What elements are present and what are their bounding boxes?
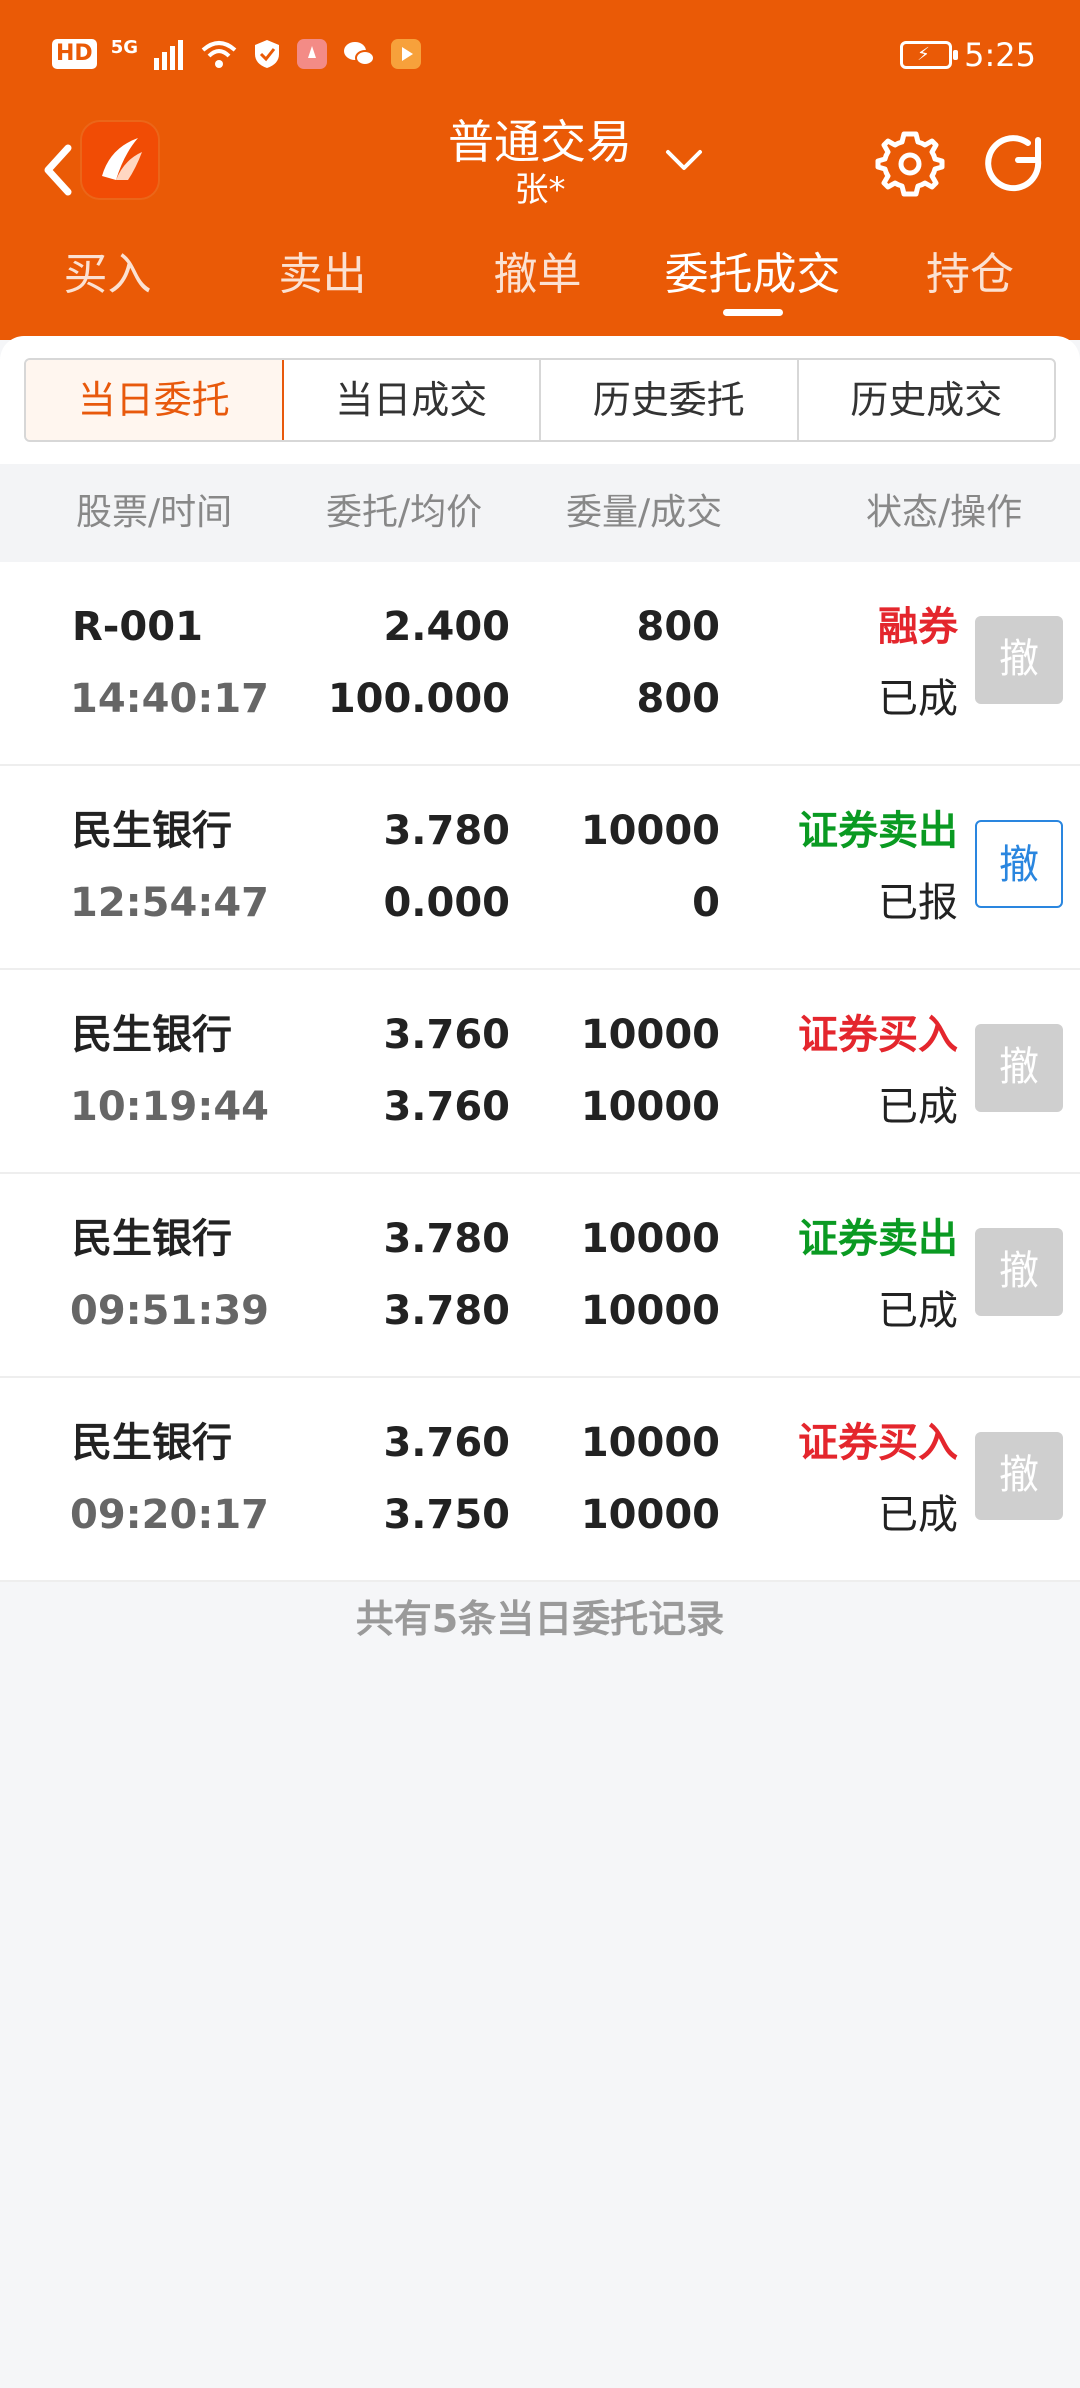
order-time: 09:20:17 <box>70 1492 269 1538</box>
order-type: 证券卖出 <box>798 1216 958 1262</box>
order-price: 2.400 <box>383 604 510 650</box>
order-price: 3.760 <box>383 1012 510 1058</box>
nav-row: 普通交易 张* <box>0 110 1080 230</box>
column-header-status: 状态/操作 <box>866 492 1023 533</box>
average-price: 3.760 <box>383 1084 510 1130</box>
order-type: 证券卖出 <box>798 808 958 854</box>
order-time: 14:40:17 <box>70 676 269 722</box>
average-price: 3.780 <box>383 1288 510 1334</box>
table-row[interactable]: 民生银行 09:51:39 3.780 3.780 10000 10000 证券… <box>0 1174 1080 1378</box>
cancel-button[interactable]: 撤 <box>975 820 1063 908</box>
order-quantity: 10000 <box>580 1012 720 1058</box>
app-header: HD 5G ⚡ 5:25 普通交易 张* 买入 卖出 撤单 委托成交 持仓 <box>0 0 1080 340</box>
order-price: 3.780 <box>383 808 510 854</box>
cancel-button[interactable]: 撤 <box>975 1024 1063 1112</box>
segment-history-trades[interactable]: 历史成交 <box>799 360 1055 440</box>
huawei-app-icon <box>297 39 327 69</box>
average-price: 3.750 <box>383 1492 510 1538</box>
video-app-icon <box>391 39 421 69</box>
tab-cancel-order[interactable]: 撤单 <box>430 240 645 330</box>
order-type: 证券买入 <box>798 1420 958 1466</box>
column-header-price: 委托/均价 <box>326 492 483 533</box>
main-tabs: 买入 卖出 撤单 委托成交 持仓 <box>0 240 1080 330</box>
status-right: ⚡ 5:25 <box>900 36 1036 74</box>
network-badge: 5G <box>110 37 138 58</box>
tab-buy[interactable]: 买入 <box>0 240 215 330</box>
average-price: 100.000 <box>327 676 510 722</box>
table-row[interactable]: 民生银行 12:54:47 3.780 0.000 10000 0 证券卖出 已… <box>0 766 1080 970</box>
record-count-note: 共有5条当日委托记录 <box>355 1597 725 1641</box>
tab-orders-trades[interactable]: 委托成交 <box>645 240 860 330</box>
order-status: 已报 <box>878 880 958 926</box>
wifi-icon <box>201 41 237 68</box>
stock-name: 民生银行 <box>72 1216 232 1262</box>
order-price: 3.760 <box>383 1420 510 1466</box>
status-bar: HD 5G ⚡ 5:25 <box>0 0 1080 120</box>
tab-sell[interactable]: 卖出 <box>215 240 430 330</box>
filled-quantity: 800 <box>636 676 721 722</box>
table-row[interactable]: 民生银行 09:20:17 3.760 3.750 10000 10000 证券… <box>0 1378 1080 1582</box>
column-header-quantity: 委量/成交 <box>566 492 723 533</box>
wechat-icon <box>344 42 375 66</box>
chevron-down-icon[interactable] <box>662 138 706 182</box>
order-type: 融券 <box>878 604 958 650</box>
filled-quantity: 10000 <box>580 1492 720 1538</box>
order-status: 已成 <box>878 676 958 722</box>
order-quantity: 10000 <box>580 808 720 854</box>
orders-list: R-001 14:40:17 2.400 100.000 800 800 融券 … <box>0 562 1080 1582</box>
stock-name: 民生银行 <box>72 1420 232 1466</box>
order-status: 已成 <box>878 1084 958 1130</box>
stock-name: 民生银行 <box>72 1012 232 1058</box>
gear-icon[interactable] <box>872 126 948 202</box>
segment-today-orders[interactable]: 当日委托 <box>26 360 284 440</box>
segment-history-orders[interactable]: 历史委托 <box>541 360 799 440</box>
cancel-button[interactable]: 撤 <box>975 1432 1063 1520</box>
order-type: 证券买入 <box>798 1012 958 1058</box>
order-time: 12:54:47 <box>70 880 269 926</box>
order-quantity: 800 <box>636 604 721 650</box>
battery-icon: ⚡ <box>900 41 959 69</box>
stock-name: 民生银行 <box>72 808 232 854</box>
clock: 5:25 <box>964 36 1036 74</box>
shield-icon <box>255 40 279 68</box>
table-row[interactable]: R-001 14:40:17 2.400 100.000 800 800 融券 … <box>0 562 1080 766</box>
order-time: 09:51:39 <box>70 1288 269 1334</box>
segmented-control: 当日委托 当日成交 历史委托 历史成交 <box>24 358 1056 442</box>
cancel-button[interactable]: 撤 <box>975 1228 1063 1316</box>
order-quantity: 10000 <box>580 1216 720 1262</box>
filled-quantity: 10000 <box>580 1288 720 1334</box>
hd-badge: HD <box>52 39 97 69</box>
status-left: HD 5G <box>52 38 422 70</box>
segment-today-trades[interactable]: 当日成交 <box>284 360 541 440</box>
cancel-button[interactable]: 撤 <box>975 616 1063 704</box>
order-time: 10:19:44 <box>70 1084 269 1130</box>
signal-icon <box>154 40 183 70</box>
orders-panel: 当日委托 当日成交 历史委托 历史成交 股票/时间 委托/均价 委量/成交 状态… <box>0 336 1080 1588</box>
segment-bar: 当日委托 当日成交 历史委托 历史成交 <box>0 336 1080 464</box>
filled-quantity: 0 <box>692 880 720 926</box>
order-status: 已成 <box>878 1492 958 1538</box>
filled-quantity: 10000 <box>580 1084 720 1130</box>
refresh-icon[interactable] <box>976 126 1052 202</box>
tab-positions[interactable]: 持仓 <box>860 240 1080 330</box>
table-header: 股票/时间 委托/均价 委量/成交 状态/操作 <box>0 464 1080 564</box>
stock-name: R-001 <box>72 604 203 650</box>
order-price: 3.780 <box>383 1216 510 1262</box>
table-row[interactable]: 民生银行 10:19:44 3.760 3.760 10000 10000 证券… <box>0 970 1080 1174</box>
column-header-stock-time: 股票/时间 <box>76 492 233 533</box>
order-quantity: 10000 <box>580 1420 720 1466</box>
order-status: 已成 <box>878 1288 958 1334</box>
average-price: 0.000 <box>383 880 510 926</box>
